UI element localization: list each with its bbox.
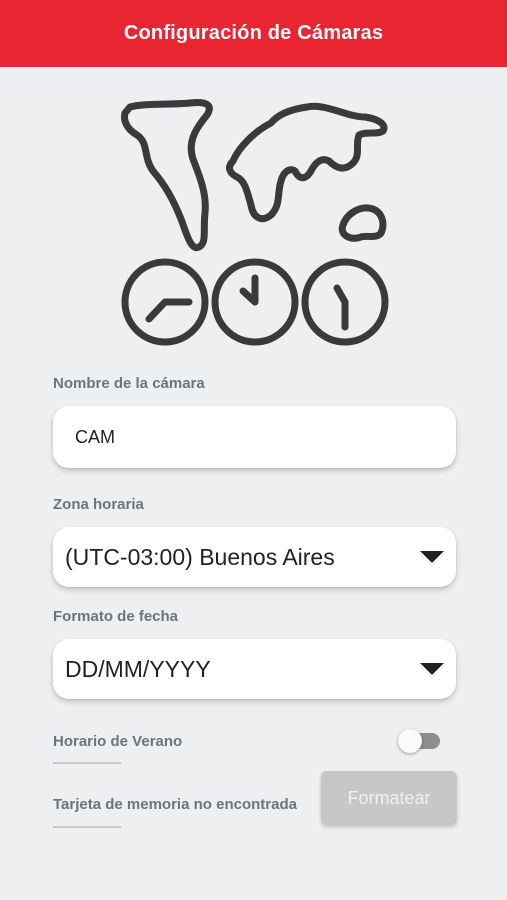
format-button[interactable]: Formatear bbox=[321, 771, 457, 825]
camera-name-field[interactable]: CAM bbox=[53, 406, 456, 468]
divider bbox=[53, 762, 121, 764]
timezone-dropdown[interactable]: (UTC-03:00) Buenos Aires bbox=[53, 527, 456, 587]
eurasia-africa-shape bbox=[226, 102, 388, 223]
chevron-down-icon[interactable] bbox=[420, 551, 444, 563]
date-format-dropdown[interactable]: DD/MM/YYYY bbox=[53, 639, 456, 699]
date-format-label: Formato de fecha bbox=[53, 608, 179, 625]
camera-name-label: Nombre de la cámara bbox=[53, 375, 205, 392]
dst-toggle[interactable] bbox=[398, 729, 442, 753]
memory-card-status: Tarjeta de memoria no encontrada bbox=[53, 796, 297, 813]
world-map-three-clocks-icon bbox=[115, 95, 395, 350]
app-bar: Configuración de Cámaras bbox=[0, 0, 507, 67]
dst-label: Horario de Verano bbox=[53, 733, 183, 750]
americas-shape bbox=[121, 99, 213, 252]
divider bbox=[53, 826, 121, 828]
page-title: Configuración de Cámaras bbox=[123, 22, 384, 44]
chevron-down-icon[interactable] bbox=[420, 663, 444, 675]
australia-shape bbox=[338, 204, 387, 242]
timezone-label: Zona horaria bbox=[53, 496, 144, 513]
toggle-thumb bbox=[398, 729, 422, 753]
date-format-selected-value: DD/MM/YYYY bbox=[65, 655, 211, 682]
timezone-selected-value: (UTC-03:00) Buenos Aires bbox=[65, 543, 335, 570]
camera-name-value[interactable]: CAM bbox=[53, 427, 115, 448]
